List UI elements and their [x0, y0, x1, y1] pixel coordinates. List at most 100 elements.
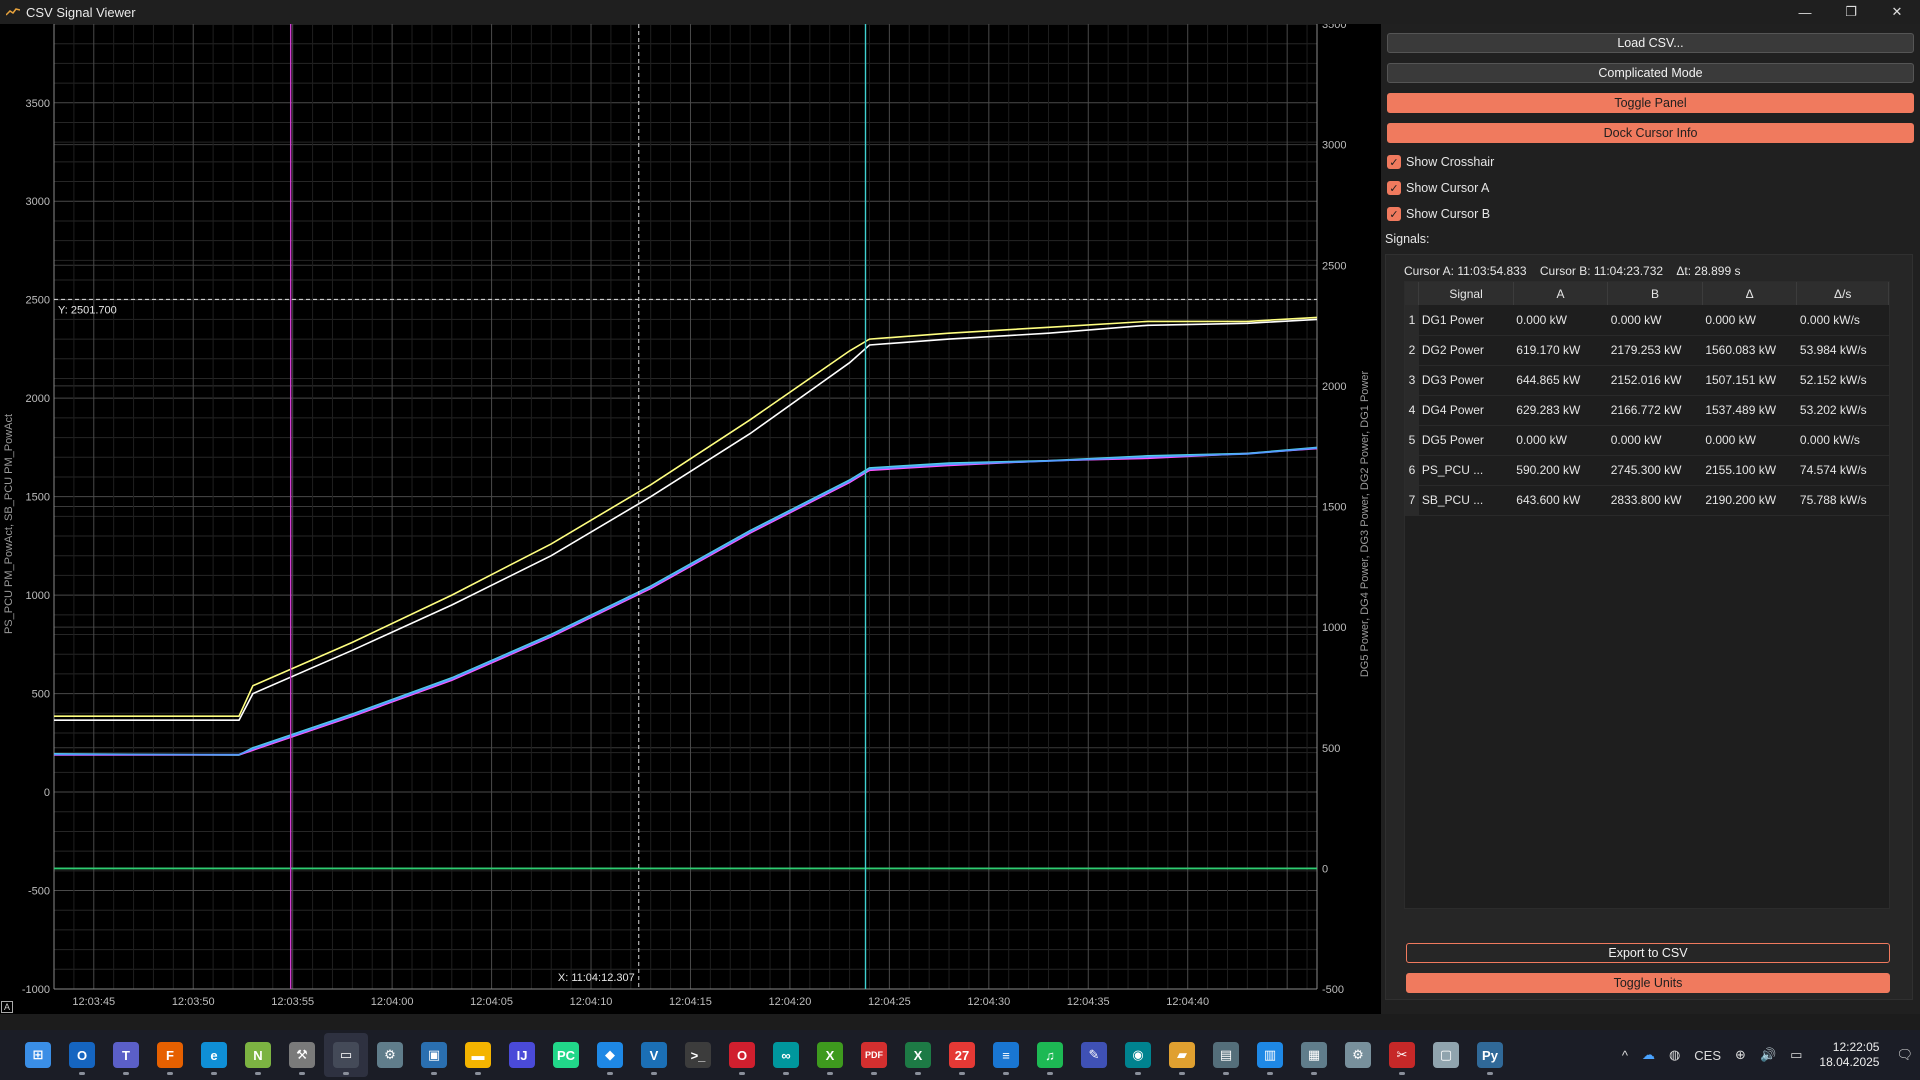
signal-plot[interactable]: 3500 3000 2500 2000 1500 1000 500 0 -500 -1000 350…	[0, 24, 1381, 1014]
clock[interactable]: 12:22:05 18.04.2025	[1819, 1040, 1879, 1070]
left-axis-tick-label: 1000	[26, 590, 50, 602]
plot-area[interactable]: 3500 3000 2500 2000 1500 1000 500 0 -500 -1000 350…	[0, 24, 1381, 1014]
arduino-icon: ∞	[773, 1042, 799, 1068]
taskbar-pdf-button[interactable]: PDF	[852, 1033, 896, 1077]
checkbox-checked-icon[interactable]: ✓	[1387, 155, 1401, 169]
table-row[interactable]: 1 DG1 Power 0.000 kW 0.000 kW 0.000 kW 0.000 …	[1405, 305, 1889, 336]
taskbar-calendar-button[interactable]: 27	[940, 1033, 984, 1077]
export-csv-button[interactable]: Export to CSV	[1406, 943, 1890, 963]
x-axis-tick-label: 12:04:05	[470, 996, 513, 1008]
cursor-a-readout: Cursor A: 11:03:54.833	[1404, 264, 1527, 278]
load-csv-button[interactable]: Load CSV...	[1387, 33, 1914, 53]
taskbar-teams-button[interactable]: T	[104, 1033, 148, 1077]
value-b-cell: 0.000 kW	[1607, 305, 1703, 336]
taskbar-opera-button[interactable]: O	[720, 1033, 764, 1077]
tray-chevron-icon[interactable]: ^	[1622, 1048, 1628, 1063]
checkbox-checked-icon[interactable]: ✓	[1387, 207, 1401, 221]
taskbar-window-button[interactable]: ▢	[1424, 1033, 1468, 1077]
network-app-icon[interactable]: ◍	[1669, 1047, 1680, 1063]
table-row[interactable]: 3 DG3 Power 644.865 kW 2152.016 kW 1507.151 …	[1405, 365, 1889, 396]
taskbar-snip-button[interactable]: ✂	[1380, 1033, 1424, 1077]
taskbar-windows-start-button[interactable]: ⊞	[16, 1033, 60, 1077]
taskbar-file-explorer-button[interactable]: ▬	[456, 1033, 500, 1077]
taskbar-monitor-button[interactable]: ▤	[1204, 1033, 1248, 1077]
windows-start-icon: ⊞	[25, 1042, 51, 1068]
taskbar-notes-button[interactable]: ≡	[984, 1033, 1028, 1077]
notification-icon[interactable]: 🗨	[1896, 1047, 1913, 1063]
toggle-panel-button[interactable]: Toggle Panel	[1387, 93, 1914, 113]
x-axis-tick-label: 12:04:40	[1166, 996, 1209, 1008]
taskbar-terminal-button[interactable]: >_	[676, 1033, 720, 1077]
taskbar-arduino-button[interactable]: ∞	[764, 1033, 808, 1077]
python-icon: Py	[1477, 1042, 1503, 1068]
close-button[interactable]: ✕	[1874, 0, 1920, 24]
taskbar-spotify-button[interactable]: ♫	[1028, 1033, 1072, 1077]
running-indicator	[1223, 1072, 1229, 1075]
taskbar-xbox-button[interactable]: X	[808, 1033, 852, 1077]
toggle-units-button[interactable]: Toggle Units	[1406, 973, 1890, 993]
taskbar-screen-button[interactable]: ▥	[1248, 1033, 1292, 1077]
taskbar-notepad-plus-button[interactable]: N	[236, 1033, 280, 1077]
taskbar-excel-button[interactable]: X	[896, 1033, 940, 1077]
running-indicator	[651, 1072, 657, 1075]
value-a-cell: 629.283 kW	[1513, 395, 1608, 426]
checkbox-checked-icon[interactable]: ✓	[1387, 181, 1401, 195]
row-index-header	[1405, 282, 1420, 305]
signal-name-cell: DG5 Power	[1418, 425, 1514, 456]
taskbar-remote-desktop-button[interactable]: ▣	[412, 1033, 456, 1077]
minimize-button[interactable]: —	[1782, 0, 1828, 24]
column-header-b[interactable]: B	[1607, 282, 1703, 305]
column-header-delta-per-s[interactable]: Δ/s	[1796, 282, 1889, 305]
maximize-button[interactable]: ❐	[1828, 0, 1874, 24]
show-cursor-a-checkbox[interactable]: ✓ Show Cursor A	[1387, 179, 1489, 197]
language-indicator[interactable]: CES	[1694, 1048, 1721, 1063]
taskbar: ⊞ O T Fe N ⚒ ▭ ⚙ ▣ ▬ IJ PC ◆ V >_ O ∞ X PDF X 27 ≡ ♫ ✎ ◉ ▰ ▤ ▥ ▦ ⚙ ✂ ▢ P…	[0, 1030, 1920, 1080]
column-header-signal[interactable]: Signal	[1418, 282, 1514, 305]
taskbar-outlook-button[interactable]: O	[60, 1033, 104, 1077]
right-axis-tick-label: 2000	[1322, 381, 1346, 393]
taskbar-vscode-button[interactable]: ◆	[588, 1033, 632, 1077]
show-cursor-b-checkbox[interactable]: ✓ Show Cursor B	[1387, 205, 1490, 223]
taskbar-csv-viewer-button[interactable]: ▭	[324, 1033, 368, 1077]
signals-label: Signals:	[1385, 232, 1430, 246]
battery-icon[interactable]: ▭	[1790, 1047, 1802, 1063]
dock-cursor-info-button[interactable]: Dock Cursor Info	[1387, 123, 1914, 143]
taskbar-edge-button[interactable]: e	[192, 1033, 236, 1077]
globe-icon[interactable]: ⊕	[1735, 1047, 1746, 1063]
table-row[interactable]: 7 SB_PCU ... 643.600 kW 2833.800 kW 2190.200…	[1405, 485, 1889, 516]
taskbar-paint-button[interactable]: ✎	[1072, 1033, 1116, 1077]
onedrive-icon[interactable]: ☁	[1642, 1047, 1655, 1063]
taskbar-globe-button[interactable]: ◉	[1116, 1033, 1160, 1077]
cursor-values-table[interactable]: Signal A B Δ Δ/s 1 DG1 Power 0.000 kW 0.000…	[1404, 281, 1890, 909]
taskbar-pycharm-button[interactable]: PC	[544, 1033, 588, 1077]
complicated-mode-button[interactable]: Complicated Mode	[1387, 63, 1914, 83]
table-row[interactable]: 5 DG5 Power 0.000 kW 0.000 kW 0.000 kW 0.000 …	[1405, 425, 1889, 456]
taskbar-intellij-button[interactable]: IJ	[500, 1033, 544, 1077]
show-crosshair-checkbox[interactable]: ✓ Show Crosshair	[1387, 153, 1494, 171]
taskbar-folder-button[interactable]: ▰	[1160, 1033, 1204, 1077]
taskbar-control-panel-button[interactable]: ⚙	[368, 1033, 412, 1077]
table-row[interactable]: 4 DG4 Power 629.283 kW 2166.772 kW 1537.489 …	[1405, 395, 1889, 426]
cursor-info-header: Cursor A: 11:03:54.833 Cursor B: 11:04:2…	[1404, 264, 1750, 278]
right-axis-tick-label: 2500	[1322, 260, 1346, 272]
auto-range-button[interactable]: A	[1, 1001, 13, 1013]
taskbar-calculator-button[interactable]: ▦	[1292, 1033, 1336, 1077]
taskbar-tools-button[interactable]: ⚒	[280, 1033, 324, 1077]
tools-icon: ⚒	[289, 1042, 315, 1068]
table-row[interactable]: 2 DG2 Power 619.170 kW 2179.253 kW 1560.083 …	[1405, 335, 1889, 366]
x-axis-tick-label: 12:04:10	[570, 996, 613, 1008]
column-header-delta[interactable]: Δ	[1702, 282, 1798, 305]
cursor-b-readout: Cursor B: 11:04:23.732	[1539, 264, 1664, 278]
running-indicator	[475, 1072, 481, 1075]
taskbar-virtualbox-button[interactable]: V	[632, 1033, 676, 1077]
taskbar-settings-button[interactable]: ⚙	[1336, 1033, 1380, 1077]
column-header-a[interactable]: A	[1513, 282, 1609, 305]
right-axis-tick-label: 1500	[1322, 502, 1346, 514]
show-crosshair-label: Show Crosshair	[1406, 155, 1495, 169]
volume-icon[interactable]: 🔊	[1760, 1047, 1776, 1063]
x-axis-tick-label: 12:04:20	[769, 996, 812, 1008]
taskbar-python-button[interactable]: Py	[1468, 1033, 1512, 1077]
taskbar-firefox-button[interactable]: F	[148, 1033, 192, 1077]
control-panel: Load CSV... Complicated Mode Toggle Pane…	[1381, 24, 1920, 1014]
table-row[interactable]: 6 PS_PCU ... 590.200 kW 2745.300 kW 2155.100…	[1405, 455, 1889, 486]
